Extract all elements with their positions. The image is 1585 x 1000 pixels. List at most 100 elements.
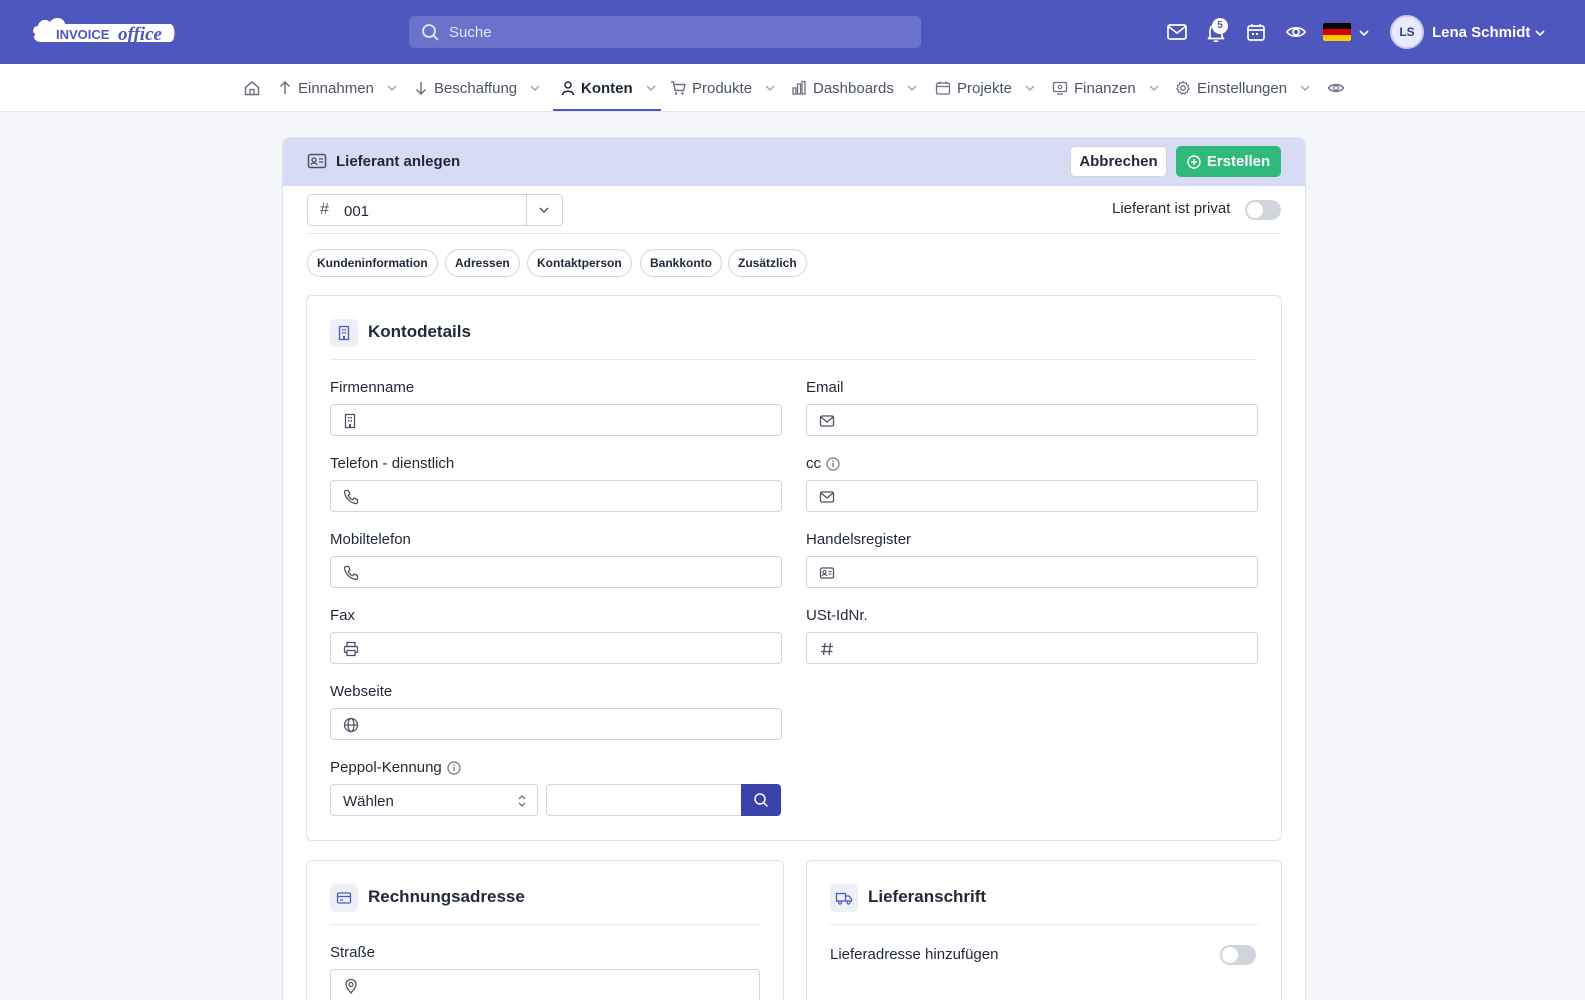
calendar-icon	[935, 81, 951, 95]
nav-label: Einstellungen	[1197, 79, 1288, 97]
mail-icon	[819, 491, 835, 503]
mobiltelefon-input[interactable]	[330, 556, 782, 588]
truck-icon	[830, 884, 858, 912]
ust-idnr-input[interactable]	[806, 632, 1258, 664]
firmenname-label: Firmenname	[330, 379, 415, 396]
gear-icon	[1176, 80, 1190, 95]
invoice-office-logo[interactable]: INVOICE office	[30, 12, 176, 50]
active-tab-indicator	[553, 109, 661, 111]
eye-icon[interactable]	[1285, 21, 1307, 43]
hash-icon	[821, 642, 833, 656]
peppol-label: Peppol-Kennung	[330, 759, 461, 776]
svg-text:office: office	[118, 24, 163, 45]
chevron-down-icon	[646, 85, 656, 91]
chevron-down-icon	[1149, 85, 1159, 91]
rechnungsadresse-title: Rechnungsadresse	[368, 887, 525, 906]
strasse-input[interactable]	[330, 969, 760, 1000]
divider	[330, 924, 760, 925]
mail-icon[interactable]	[1166, 21, 1188, 43]
email-label: Email	[806, 379, 844, 396]
chevron-down-icon[interactable]	[1534, 27, 1546, 39]
nav-item-projekte[interactable]: Projekte	[935, 64, 1036, 112]
id-card-icon	[819, 567, 835, 579]
id-card-icon	[307, 153, 327, 169]
peppol-search-button[interactable]	[741, 784, 781, 816]
chevron-down-icon[interactable]	[1358, 27, 1370, 39]
supplier-number-select[interactable]: # 001	[307, 194, 563, 226]
nav-item-einnahmen[interactable]: Einnahmen	[278, 64, 398, 112]
eye-icon[interactable]	[1327, 79, 1345, 97]
top-bar: INVOICE office Suche 5 LS Lena Schmidt	[0, 0, 1585, 64]
peppol-scheme-select[interactable]: Wählen	[330, 784, 538, 816]
telefon-input[interactable]	[330, 480, 782, 512]
lieferadresse-toggle[interactable]	[1220, 945, 1256, 965]
cart-icon	[671, 81, 686, 95]
create-button[interactable]: Erstellen	[1176, 146, 1281, 177]
building-icon	[330, 319, 358, 347]
nav-label: Einnahmen	[298, 79, 374, 97]
handelsregister-input[interactable]	[806, 556, 1258, 588]
hash-icon: #	[320, 201, 329, 218]
info-icon[interactable]	[826, 456, 840, 471]
firmenname-input[interactable]	[330, 404, 782, 436]
chevron-down-icon	[1300, 85, 1310, 91]
main-nav: Einnahmen Beschaffung Konten Produkte Da…	[0, 64, 1585, 112]
peppol-id-input[interactable]	[546, 784, 742, 816]
nav-item-produkte[interactable]: Produkte	[670, 64, 776, 112]
cc-input[interactable]	[806, 480, 1258, 512]
plus-circle-icon	[1187, 154, 1201, 169]
kontodetails-title: Kontodetails	[368, 322, 471, 341]
arrow-up-icon	[279, 80, 291, 94]
search-input[interactable]: Suche	[409, 16, 921, 48]
globe-icon	[343, 717, 359, 733]
credit-card-icon	[330, 884, 358, 912]
nav-item-beschaffung[interactable]: Beschaffung	[414, 64, 541, 112]
handelsregister-label: Handelsregister	[806, 531, 912, 548]
private-supplier-toggle[interactable]	[1245, 200, 1281, 220]
de-flag-icon[interactable]	[1323, 23, 1351, 41]
search-icon	[754, 793, 768, 807]
notification-badge: 5	[1212, 18, 1228, 34]
calendar-icon[interactable]	[1245, 21, 1267, 43]
peppol-label-text: Peppol-Kennung	[330, 759, 442, 776]
email-input[interactable]	[806, 404, 1258, 436]
form-header: Lieferant anlegen Abbrechen Erstellen	[283, 138, 1305, 186]
chevron-down-icon	[1025, 85, 1035, 91]
search-icon	[422, 24, 439, 41]
tab-bankkonto[interactable]: Bankkonto	[640, 249, 723, 277]
monitor-icon	[1052, 81, 1068, 95]
tab-adressen[interactable]: Adressen	[445, 249, 520, 277]
home-icon[interactable]	[243, 79, 261, 97]
map-pin-icon	[345, 978, 357, 994]
nav-label: Projekte	[957, 79, 1013, 97]
create-button-label: Erstellen	[1206, 153, 1271, 170]
ust-idnr-label: USt-IdNr.	[806, 607, 868, 624]
info-icon[interactable]	[447, 760, 461, 775]
mail-icon	[819, 415, 835, 427]
avatar[interactable]: LS	[1390, 15, 1424, 49]
nav-item-konten[interactable]: Konten	[561, 64, 657, 112]
nav-item-finanzen[interactable]: Finanzen	[1052, 64, 1160, 112]
printer-icon	[343, 641, 359, 657]
tab-zusaetzlich[interactable]: Zusätzlich	[728, 249, 807, 277]
webseite-label: Webseite	[330, 683, 393, 700]
nav-label: Finanzen	[1074, 79, 1136, 97]
nav-item-dashboards[interactable]: Dashboards	[791, 64, 918, 112]
fax-input[interactable]	[330, 632, 782, 664]
building-icon	[344, 413, 356, 429]
select-divider	[526, 195, 527, 225]
webseite-input[interactable]	[330, 708, 782, 740]
search-placeholder: Suche	[449, 24, 492, 41]
tab-kontaktperson[interactable]: Kontaktperson	[527, 249, 632, 277]
cancel-button[interactable]: Abbrechen	[1070, 146, 1167, 177]
lieferanschrift-title: Lieferanschrift	[868, 887, 987, 906]
bar-chart-icon	[792, 80, 806, 95]
divider	[830, 924, 1258, 925]
tab-kundeninformation[interactable]: Kundeninformation	[307, 249, 438, 277]
chevron-down-icon[interactable]	[538, 204, 550, 216]
telefon-label: Telefon - dienstlich	[330, 455, 455, 472]
user-name[interactable]: Lena Schmidt	[1432, 24, 1530, 41]
divider	[330, 359, 1256, 360]
chevron-down-icon	[530, 85, 540, 91]
nav-item-einstellungen[interactable]: Einstellungen	[1175, 64, 1311, 112]
